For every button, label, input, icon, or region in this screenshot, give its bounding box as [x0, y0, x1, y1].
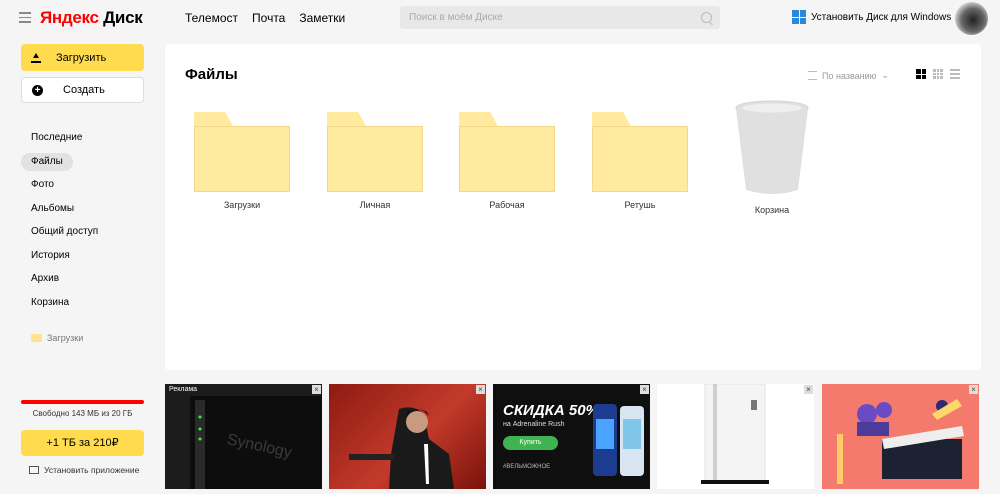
- storage-text: Свободно 143 МБ из 20 ГБ: [32, 409, 133, 418]
- large-tiles-icon[interactable]: [916, 69, 926, 79]
- nav-telemost[interactable]: Телемост: [185, 11, 238, 25]
- sidebar-item-trash[interactable]: Корзина: [21, 294, 79, 312]
- upload-icon: [31, 52, 41, 63]
- folder-icon: [459, 112, 555, 192]
- nav-mail[interactable]: Почта: [252, 11, 285, 25]
- folder-item[interactable]: Загрузки: [192, 112, 292, 210]
- list-view-icon[interactable]: [950, 69, 960, 79]
- plus-icon: +: [32, 84, 43, 96]
- nas-device-image: Synology: [190, 396, 322, 489]
- small-tiles-icon[interactable]: [933, 69, 943, 79]
- logo[interactable]: Яндекс Диск: [40, 8, 143, 28]
- folder-icon: [327, 112, 423, 192]
- ads-strip: Реклама × Synology × × СКИДКА 50% на Adr…: [165, 384, 981, 494]
- sort-icon: [808, 71, 817, 80]
- ad-banner-nas-white[interactable]: ×: [657, 384, 814, 489]
- pinned-folder-downloads[interactable]: Загрузки: [31, 333, 83, 343]
- view-switcher: [916, 69, 960, 79]
- nav-notes[interactable]: Заметки: [299, 11, 345, 25]
- sidebar-menu: Последние Файлы Фото Альбомы Общий досту…: [21, 129, 108, 317]
- white-nas-image: [701, 384, 769, 484]
- avatar[interactable]: [955, 2, 988, 35]
- folder-icon: [31, 334, 42, 342]
- device-icon: [29, 466, 39, 474]
- top-nav: Телемост Почта Заметки: [185, 11, 345, 25]
- buy-space-button[interactable]: +1 ТБ за 210₽: [21, 430, 144, 456]
- folder-item[interactable]: Рабочая: [457, 112, 557, 210]
- menu-icon[interactable]: [19, 12, 31, 23]
- search-input[interactable]: [400, 6, 698, 29]
- sort-dropdown[interactable]: По названию ⌄: [808, 70, 889, 81]
- trash-item[interactable]: Корзина: [722, 100, 822, 215]
- sidebar-item-albums[interactable]: Альбомы: [21, 200, 84, 218]
- trash-icon: [735, 100, 809, 194]
- cans-image: [593, 404, 644, 476]
- search-icon[interactable]: [701, 12, 712, 23]
- folder-item[interactable]: Ретушь: [590, 112, 690, 210]
- files-panel: Файлы По названию ⌄ Загрузки Личная Рабо…: [165, 44, 981, 370]
- sidebar-item-archive[interactable]: Архив: [21, 270, 69, 288]
- ad-banner-synology[interactable]: Реклама × Synology: [165, 384, 322, 489]
- film-course-illustration: [837, 399, 964, 484]
- storage-bar: [21, 400, 144, 404]
- sidebar-item-recent[interactable]: Последние: [21, 129, 92, 147]
- folder-icon: [194, 112, 290, 192]
- sidebar-item-history[interactable]: История: [21, 247, 80, 265]
- page-title: Файлы: [185, 66, 238, 83]
- folder-icon: [592, 112, 688, 192]
- film-poster-image: [349, 407, 454, 489]
- install-windows-link[interactable]: Установить Диск для Windows: [792, 10, 951, 24]
- header: Яндекс Диск Телемост Почта Заметки Устан…: [0, 0, 1000, 36]
- upload-button[interactable]: Загрузить: [21, 44, 144, 71]
- ad-banner-film-course[interactable]: ×: [822, 384, 979, 489]
- install-app-link[interactable]: Установить приложение: [29, 465, 139, 475]
- chevron-down-icon: ⌄: [881, 70, 889, 80]
- sidebar: Загрузить + Создать Последние Файлы Фото…: [0, 36, 160, 494]
- windows-icon: [792, 10, 806, 24]
- sidebar-item-files[interactable]: Файлы: [21, 152, 73, 171]
- search-box[interactable]: [400, 6, 720, 29]
- ad-banner-adrenaline[interactable]: × СКИДКА 50% на Adrenaline Rush Купить #…: [493, 384, 650, 489]
- ad-banner-film[interactable]: ×: [329, 384, 486, 489]
- storage-info: Свободно 143 МБ из 20 ГБ: [21, 400, 144, 418]
- sidebar-item-photo[interactable]: Фото: [21, 176, 64, 194]
- create-button[interactable]: + Создать: [21, 77, 144, 103]
- sidebar-item-shared[interactable]: Общий доступ: [21, 223, 108, 241]
- folder-item[interactable]: Личная: [325, 112, 425, 210]
